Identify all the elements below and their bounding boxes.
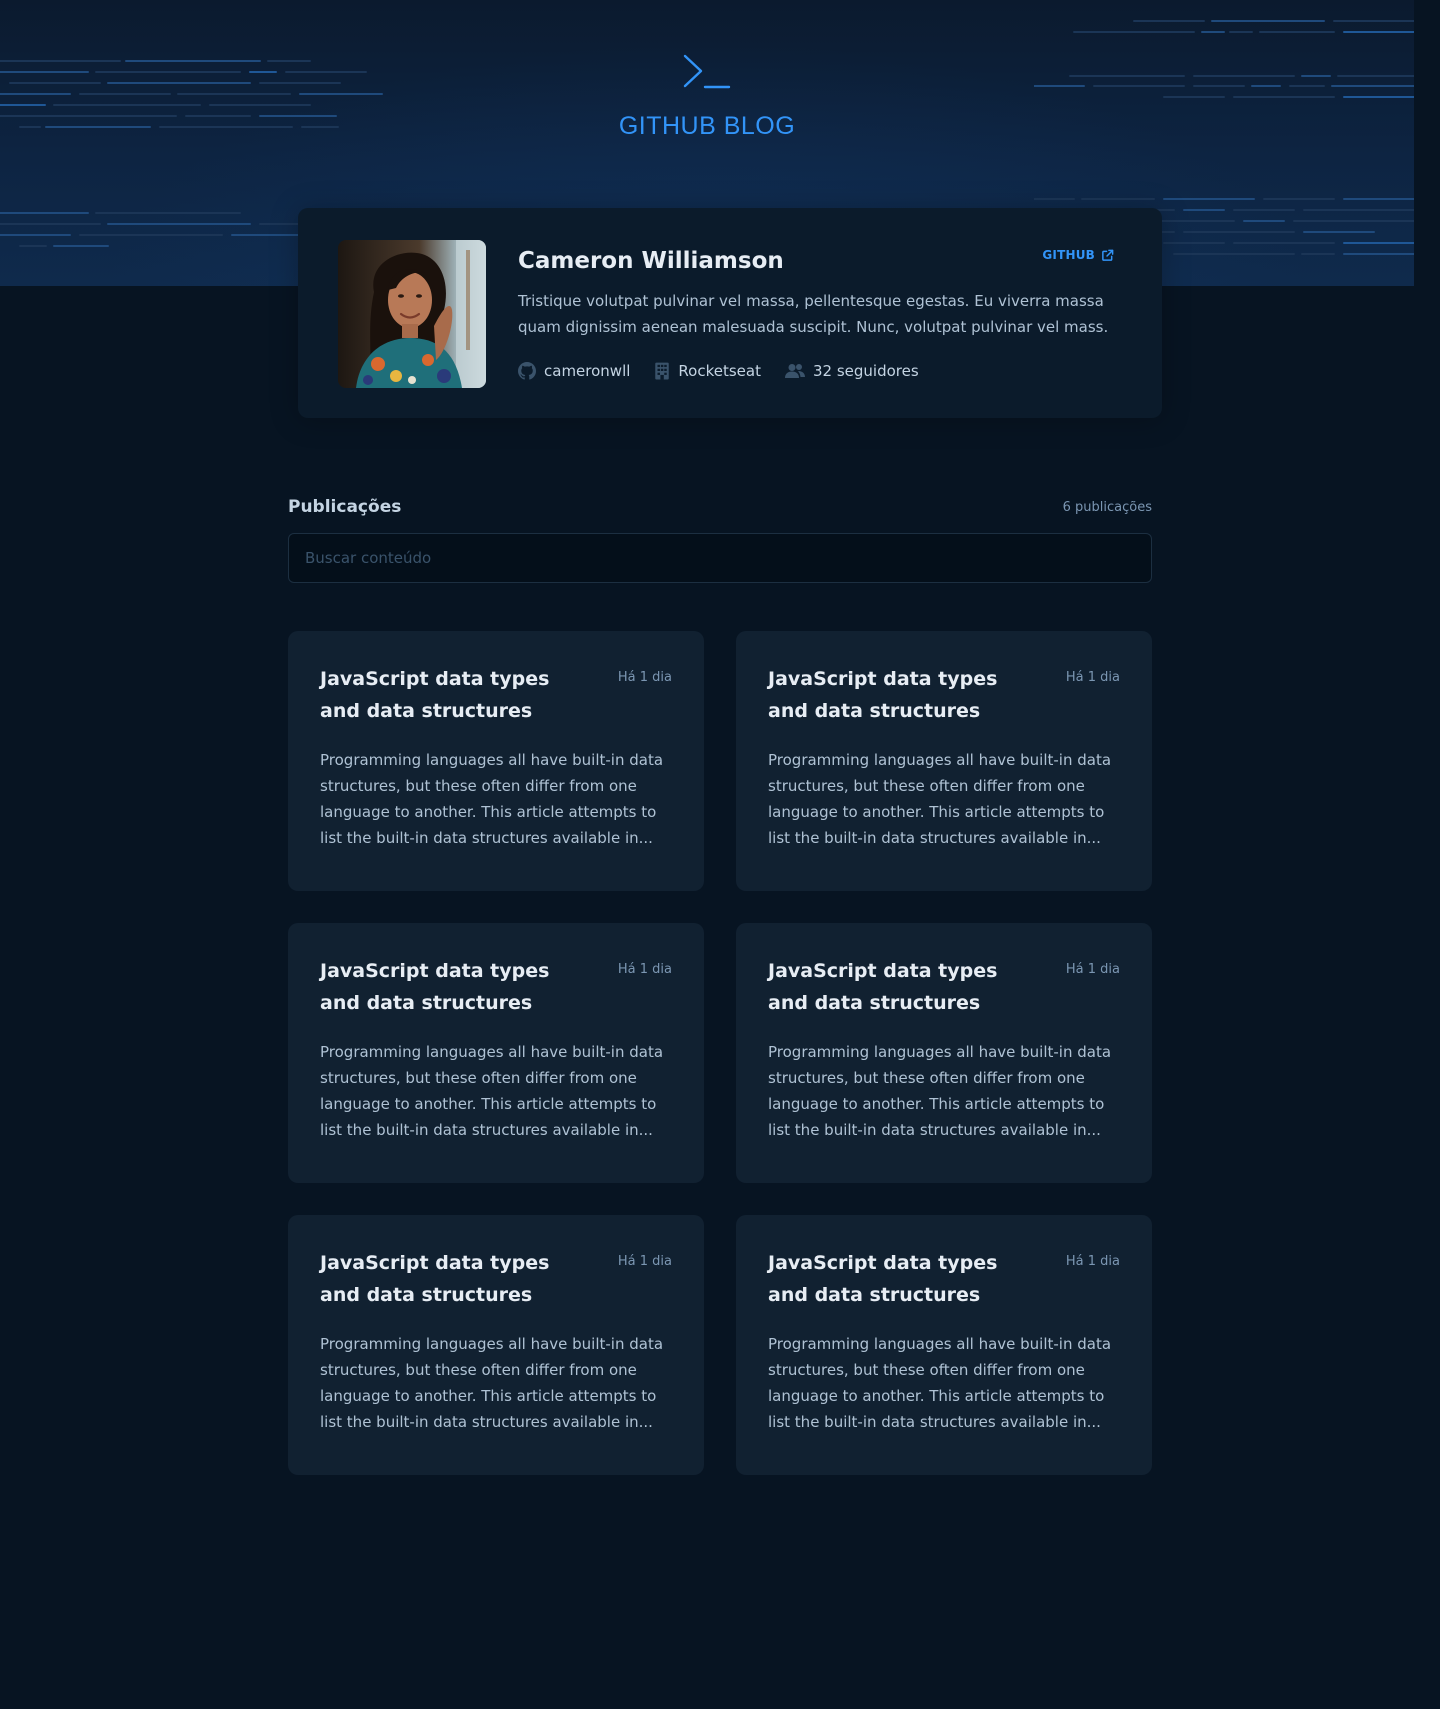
github-icon: [518, 362, 536, 380]
post-card[interactable]: JavaScript data types and data structure…: [288, 631, 704, 891]
post-date: Há 1 dia: [617, 962, 672, 977]
post-card[interactable]: JavaScript data types and data structure…: [736, 631, 1152, 891]
post-title: JavaScript data types and data structure…: [320, 960, 550, 1014]
post-header: JavaScript data types and data structure…: [320, 663, 672, 727]
page: GITHUB BLOG Cameron Williamson GITHUB Tr…: [0, 0, 1440, 1709]
meta-company-text: Rocketseat: [678, 362, 761, 380]
meta-username: cameronwll: [518, 362, 630, 380]
users-icon: [784, 364, 805, 378]
publications-title: Publicações: [288, 497, 402, 517]
search-input[interactable]: [288, 533, 1152, 583]
post-header: JavaScript data types and data structure…: [768, 1247, 1120, 1311]
post-header: JavaScript data types and data structure…: [320, 1247, 672, 1311]
avatar: [338, 240, 486, 388]
post-title: JavaScript data types and data structure…: [768, 960, 998, 1014]
post-excerpt: Programming languages all have built-in …: [768, 1335, 1112, 1431]
meta-followers: 32 seguidores: [784, 362, 919, 380]
post-date: Há 1 dia: [617, 1254, 672, 1269]
meta-company: Rocketseat: [654, 362, 761, 380]
profile-bio: Tristique volutpat pulvinar vel massa, p…: [518, 292, 1109, 336]
post-title: JavaScript data types and data structure…: [768, 668, 998, 722]
profile-card: Cameron Williamson GITHUB Tristique volu…: [298, 208, 1162, 418]
publications-header: Publicações 6 publicações: [288, 494, 1152, 520]
post-title: JavaScript data types and data structure…: [768, 1252, 998, 1306]
external-link-icon: [1102, 249, 1114, 261]
meta-username-text: cameronwll: [544, 362, 631, 380]
post-excerpt: Programming languages all have built-in …: [320, 1043, 664, 1139]
post-date: Há 1 dia: [1065, 962, 1120, 977]
profile-meta: cameronwll Rocketseat 32 seguidores: [518, 362, 919, 380]
post-card[interactable]: JavaScript data types and data structure…: [736, 1215, 1152, 1475]
post-title: JavaScript data types and data structure…: [320, 1252, 550, 1306]
post-date: Há 1 dia: [617, 670, 672, 685]
meta-followers-text: 32 seguidores: [812, 362, 919, 380]
posts-grid: JavaScript data types and data structure…: [288, 631, 1152, 1475]
brand: GITHUB BLOG: [0, 50, 1414, 141]
profile-name: Cameron Williamson: [518, 248, 784, 274]
brand-title: GITHUB BLOG: [618, 112, 796, 140]
post-excerpt: Programming languages all have built-in …: [320, 751, 664, 847]
post-title: JavaScript data types and data structure…: [320, 668, 550, 722]
post-excerpt: Programming languages all have built-in …: [768, 1043, 1112, 1139]
post-card[interactable]: JavaScript data types and data structure…: [288, 923, 704, 1183]
post-header: JavaScript data types and data structure…: [768, 955, 1120, 1019]
post-card[interactable]: JavaScript data types and data structure…: [736, 923, 1152, 1183]
post-date: Há 1 dia: [1065, 1254, 1120, 1269]
post-date: Há 1 dia: [1065, 670, 1120, 685]
post-excerpt: Programming languages all have built-in …: [768, 751, 1112, 847]
post-card[interactable]: JavaScript data types and data structure…: [288, 1215, 704, 1475]
terminal-prompt-icon: [683, 54, 731, 89]
building-icon: [655, 362, 670, 380]
post-header: JavaScript data types and data structure…: [320, 955, 672, 1019]
publications-count: 6 publicações: [1062, 499, 1152, 515]
github-link-label: GITHUB: [1042, 248, 1095, 262]
github-link[interactable]: GITHUB: [1042, 248, 1114, 262]
post-excerpt: Programming languages all have built-in …: [320, 1335, 664, 1431]
post-header: JavaScript data types and data structure…: [768, 663, 1120, 727]
